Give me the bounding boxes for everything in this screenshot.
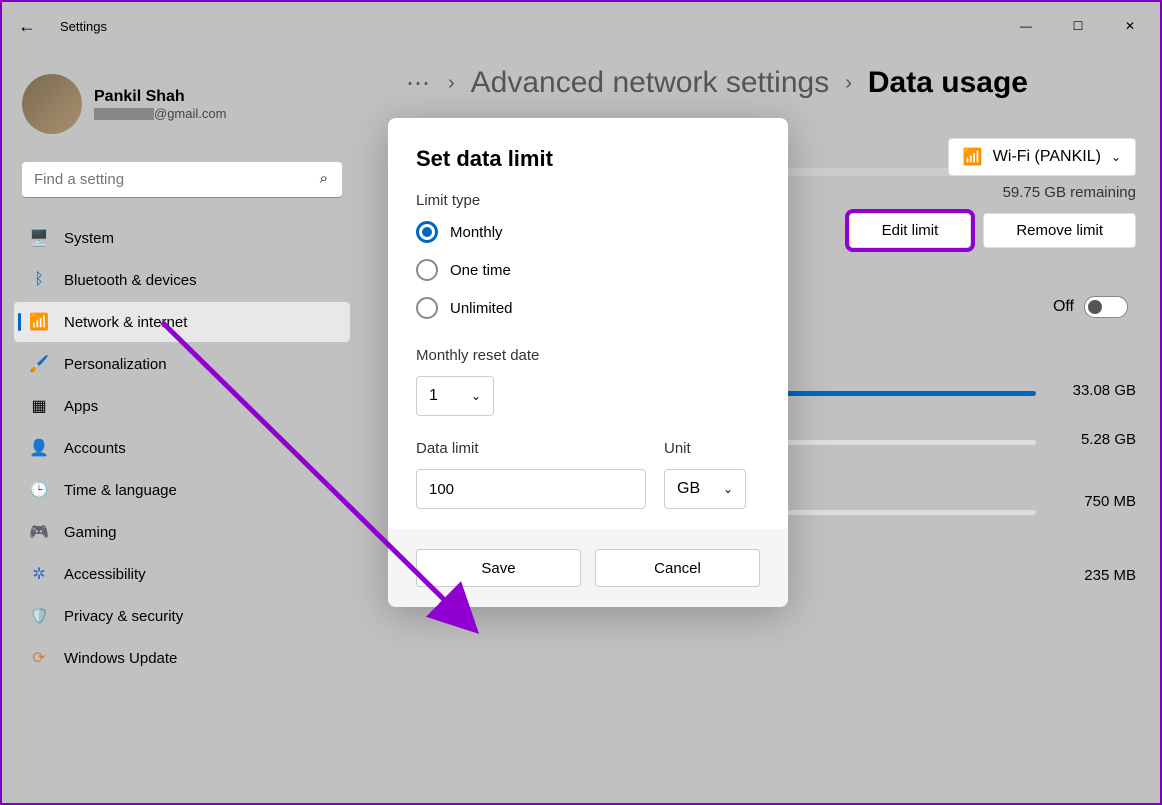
gamepad-icon: 🎮 — [30, 523, 48, 541]
brush-icon: 🖌️ — [30, 355, 48, 373]
app-size: 5.28 GB — [1056, 431, 1136, 448]
radio-icon — [416, 297, 438, 319]
wifi-icon: 📶 — [30, 313, 48, 331]
save-button[interactable]: Save — [416, 549, 581, 587]
search-input[interactable] — [22, 162, 342, 198]
maximize-button[interactable]: ☐ — [1056, 11, 1100, 41]
wifi-selector[interactable]: 📶 Wi-Fi (PANKIL) ⌄ — [948, 138, 1136, 176]
sidebar-item-bluetooth[interactable]: ᛒBluetooth & devices — [14, 260, 350, 300]
edit-limit-button[interactable]: Edit limit — [849, 213, 972, 248]
sidebar-item-time[interactable]: 🕒Time & language — [14, 470, 350, 510]
profile-block[interactable]: Pankil Shah @gmail.com — [10, 66, 354, 154]
sidebar-item-privacy[interactable]: 🛡️Privacy & security — [14, 596, 350, 636]
sidebar-item-personalization[interactable]: 🖌️Personalization — [14, 344, 350, 384]
limit-type-label: Limit type — [416, 192, 760, 209]
remove-limit-button[interactable]: Remove limit — [983, 213, 1136, 248]
avatar — [22, 74, 82, 134]
bluetooth-icon: ᛒ — [30, 271, 48, 289]
titlebar: ← Settings — ☐ ✕ — [2, 2, 1160, 50]
sidebar-item-apps[interactable]: ▦Apps — [14, 386, 350, 426]
reset-date-select[interactable]: 1 ⌄ — [416, 376, 494, 416]
sidebar: Pankil Shah @gmail.com ⌕ 🖥️System ᛒBluet… — [2, 50, 362, 803]
reset-date-label: Monthly reset date — [416, 347, 760, 364]
sidebar-item-update[interactable]: ⟳Windows Update — [14, 638, 350, 678]
breadcrumb-current: Data usage — [868, 66, 1028, 100]
nav-list: 🖥️System ᛒBluetooth & devices 📶Network &… — [10, 218, 354, 678]
back-button[interactable]: ← — [10, 12, 44, 41]
app-size: 750 MB — [1056, 493, 1136, 510]
search-box: ⌕ — [22, 162, 342, 198]
wifi-label: Wi-Fi (PANKIL) — [993, 148, 1101, 166]
profile-name: Pankil Shah — [94, 88, 226, 106]
minimize-button[interactable]: — — [1004, 11, 1048, 41]
sidebar-item-system[interactable]: 🖥️System — [14, 218, 350, 258]
toggle-state: Off — [1053, 298, 1074, 316]
sidebar-item-accessibility[interactable]: ✲Accessibility — [14, 554, 350, 594]
chevron-down-icon: ⌄ — [1111, 150, 1121, 164]
radio-onetime[interactable]: One time — [416, 259, 760, 281]
accessibility-icon: ✲ — [30, 565, 48, 583]
shield-icon: 🛡️ — [30, 607, 48, 625]
app-title: Settings — [60, 19, 107, 34]
apps-icon: ▦ — [30, 397, 48, 415]
app-size: 33.08 GB — [1056, 382, 1136, 399]
chevron-right-icon: › — [845, 72, 852, 95]
chevron-down-icon: ⌄ — [471, 389, 481, 403]
person-icon: 👤 — [30, 439, 48, 457]
system-icon: 🖥️ — [30, 229, 48, 247]
close-button[interactable]: ✕ — [1108, 11, 1152, 41]
cancel-button[interactable]: Cancel — [595, 549, 760, 587]
clock-icon: 🕒 — [30, 481, 48, 499]
dialog-title: Set data limit — [416, 146, 760, 172]
sidebar-item-network[interactable]: 📶Network & internet — [14, 302, 350, 342]
search-icon[interactable]: ⌕ — [320, 170, 328, 187]
chevron-right-icon: › — [448, 72, 455, 95]
breadcrumb-more[interactable]: ⋯ — [406, 69, 432, 98]
sidebar-item-accounts[interactable]: 👤Accounts — [14, 428, 350, 468]
breadcrumb-link[interactable]: Advanced network settings — [471, 66, 830, 100]
update-icon: ⟳ — [30, 649, 48, 667]
breadcrumb: ⋯ › Advanced network settings › Data usa… — [406, 66, 1136, 100]
unit-select[interactable]: GB ⌄ — [664, 469, 746, 509]
wifi-icon: 📶 — [963, 147, 983, 167]
radio-icon — [416, 259, 438, 281]
profile-email: @gmail.com — [94, 106, 226, 121]
radio-unlimited[interactable]: Unlimited — [416, 297, 760, 319]
sidebar-item-gaming[interactable]: 🎮Gaming — [14, 512, 350, 552]
data-limit-label: Data limit — [416, 440, 646, 457]
app-size: 235 MB — [1056, 567, 1136, 584]
metered-toggle[interactable] — [1084, 296, 1128, 318]
data-limit-input[interactable] — [416, 469, 646, 509]
chevron-down-icon: ⌄ — [723, 482, 733, 496]
radio-monthly[interactable]: Monthly — [416, 221, 760, 243]
set-data-limit-dialog: Set data limit Limit type Monthly One ti… — [388, 118, 788, 607]
unit-label: Unit — [664, 440, 746, 457]
radio-icon — [416, 221, 438, 243]
